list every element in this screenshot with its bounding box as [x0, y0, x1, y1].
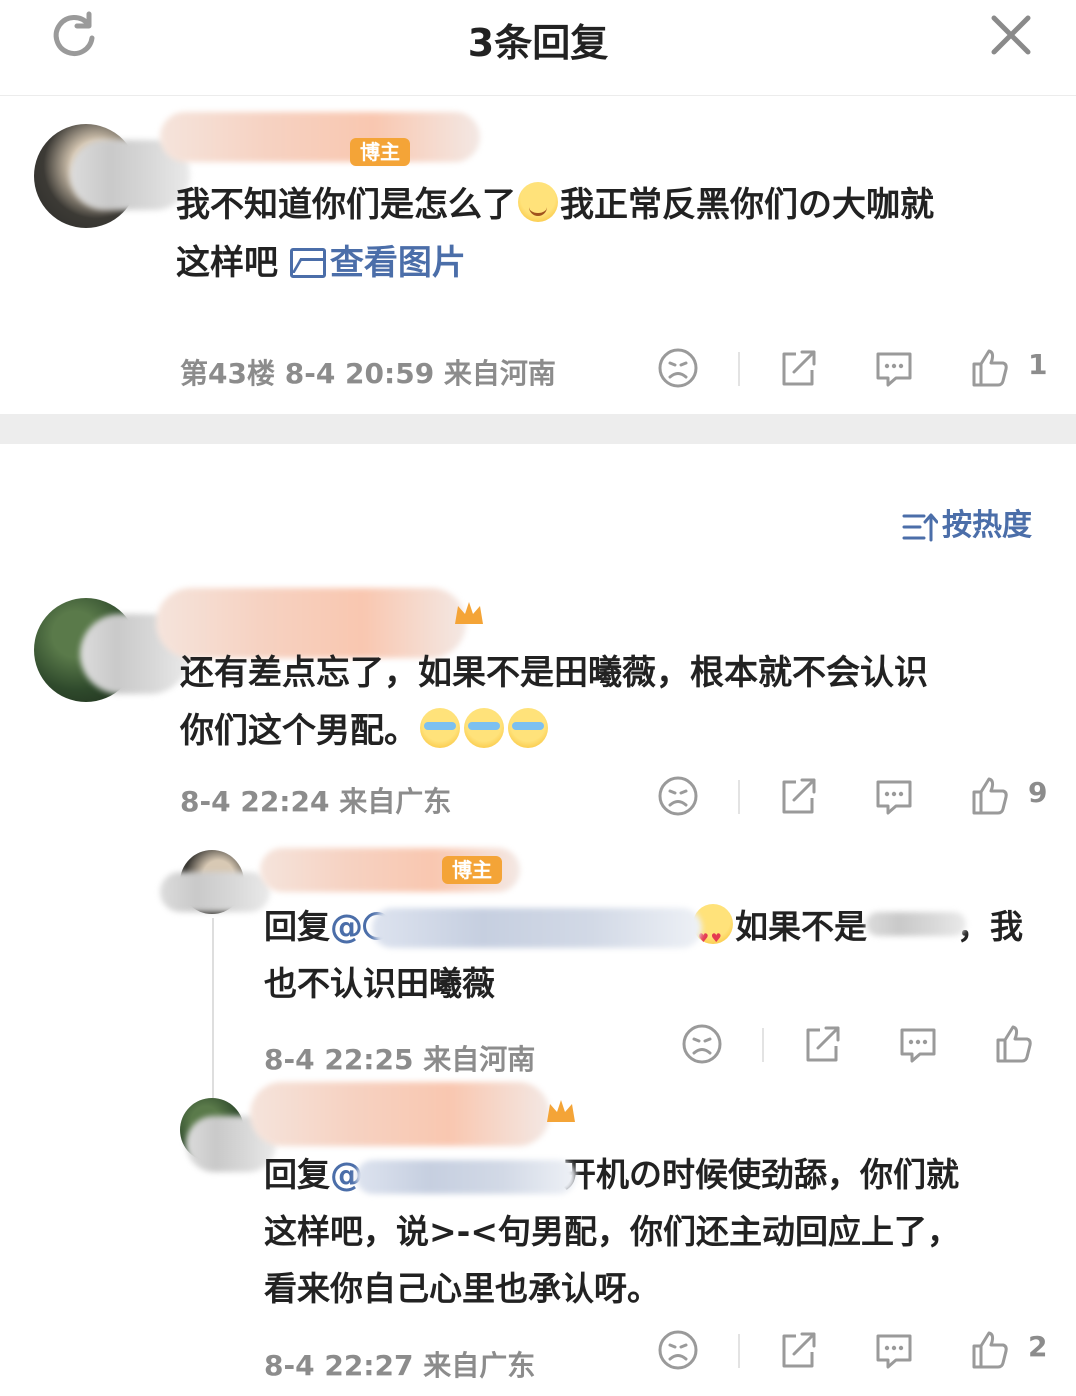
blogger-badge: 博主 [442, 856, 502, 884]
blurred-username [250, 1082, 550, 1146]
dislike-icon[interactable] [680, 1022, 724, 1066]
comment-icon[interactable] [872, 1328, 916, 1372]
blogger-badge: 博主 [350, 138, 410, 166]
blurred-text [866, 912, 966, 936]
crown-icon [452, 596, 486, 630]
reply-actions [680, 1022, 1060, 1072]
blurred-mention [372, 908, 702, 948]
image-icon [289, 248, 326, 278]
comment-meta: 8-4 22:24 来自广东 [180, 785, 452, 818]
comment-icon[interactable] [896, 1022, 940, 1066]
cry-laugh-emoji-icon [464, 708, 504, 748]
reply-actions: 2 [656, 1328, 1056, 1378]
comment-text: 还有差点忘了，如果不是田曦薇，根本就不会认识 你们这个男配。 [180, 653, 928, 751]
dislike-icon[interactable] [656, 1328, 700, 1372]
share-icon[interactable] [800, 1022, 844, 1066]
like-icon[interactable] [968, 774, 1012, 818]
blurred-username [160, 872, 270, 912]
like-icon[interactable] [968, 346, 1012, 390]
comment-actions: 9 [656, 774, 1056, 824]
comment-icon[interactable] [872, 346, 916, 390]
blurred-username [160, 112, 480, 162]
like-icon[interactable] [968, 1328, 1012, 1372]
dislike-icon[interactable] [656, 346, 700, 390]
divider [738, 1334, 740, 1368]
comment-actions: 1 [656, 346, 1056, 396]
divider [762, 1028, 764, 1062]
share-icon[interactable] [776, 346, 820, 390]
dislike-icon[interactable] [656, 774, 700, 818]
comment-text: 我不知道你们是怎么了 我正常反黑你们の大咖就 这样吧 查看图片 [176, 176, 1036, 292]
like-count: 2 [1028, 1330, 1048, 1363]
share-icon[interactable] [776, 1328, 820, 1372]
reply-thread-line [212, 918, 214, 1098]
cry-laugh-emoji-icon [420, 708, 460, 748]
view-image-link[interactable]: 查看图片 [289, 243, 466, 283]
close-icon[interactable] [986, 10, 1036, 60]
reply-meta: 8-4 22:25 来自河南 [264, 1043, 536, 1076]
crown-icon [544, 1094, 578, 1128]
cry-laugh-emoji-icon [508, 708, 548, 748]
section-separator [0, 414, 1076, 444]
like-count: 1 [1028, 348, 1048, 381]
reply-meta: 8-4 22:27 来自广东 [264, 1349, 536, 1382]
like-icon[interactable] [992, 1022, 1036, 1066]
divider [738, 780, 740, 814]
page-title: 3条回复 [467, 21, 609, 65]
divider [738, 352, 740, 386]
comment-icon[interactable] [872, 774, 916, 818]
like-count: 9 [1028, 776, 1048, 809]
sort-icon [902, 513, 939, 541]
share-icon[interactable] [776, 774, 820, 818]
sort-button[interactable]: 按热度 [902, 500, 1032, 544]
blurred-mention [356, 1160, 576, 1194]
comment-meta: 第43楼 8-4 20:59 来自河南 [180, 357, 556, 390]
header-bar: 3条回复 [0, 0, 1076, 96]
smile-emoji-icon [518, 182, 558, 222]
